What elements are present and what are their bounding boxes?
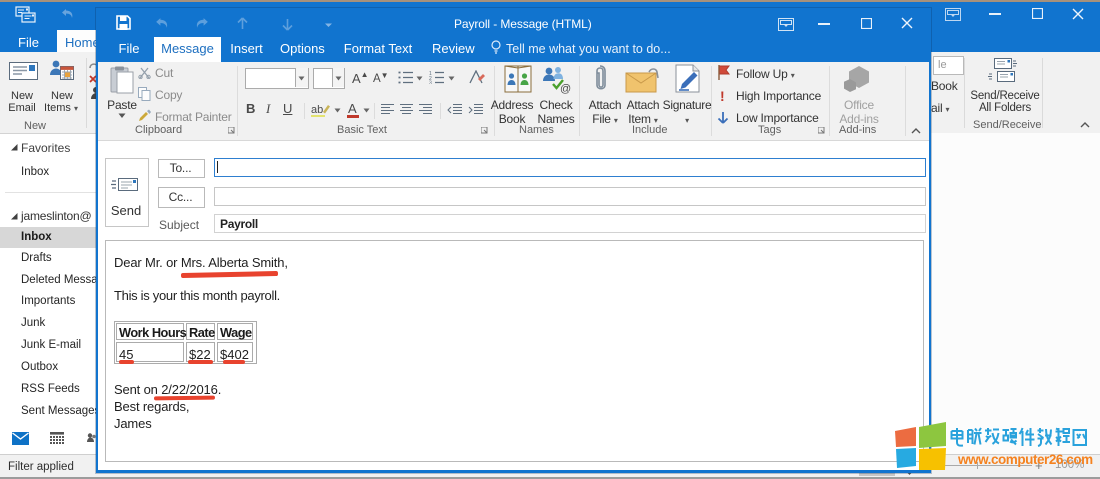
svg-text:3: 3	[429, 81, 432, 85]
svg-text:ab: ab	[311, 104, 323, 116]
svg-text:@: @	[560, 83, 571, 94]
